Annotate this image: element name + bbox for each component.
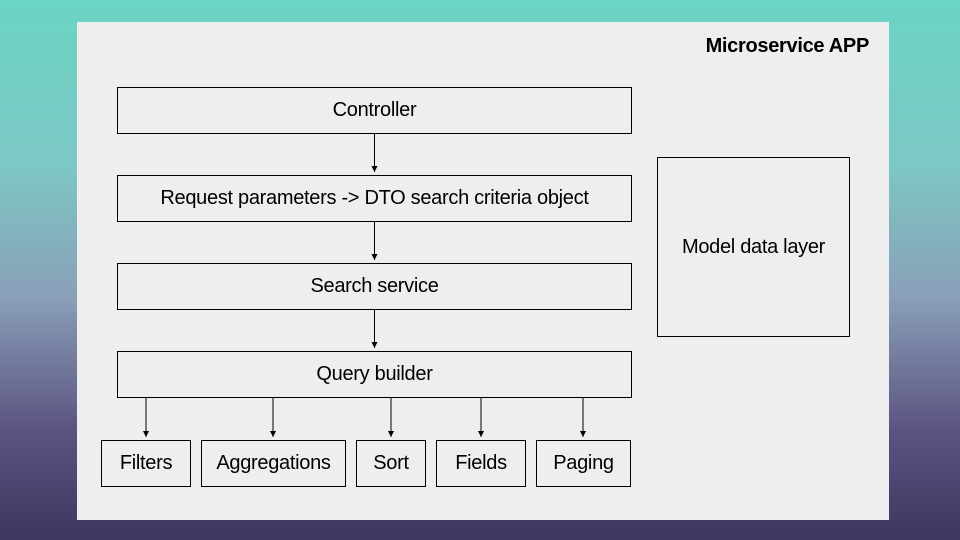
box-paging: Paging — [536, 440, 631, 487]
box-dto-label: Request parameters -> DTO search criteri… — [160, 187, 588, 210]
box-sort-label: Sort — [373, 452, 408, 475]
box-paging-label: Paging — [553, 452, 613, 475]
box-search-service: Search service — [117, 263, 632, 310]
box-filters-label: Filters — [120, 452, 172, 475]
box-model-data-layer-label: Model data layer — [682, 236, 825, 259]
box-sort: Sort — [356, 440, 426, 487]
diagram-panel: Microservice APP Controller Request para… — [77, 22, 889, 520]
box-query-builder-label: Query builder — [316, 363, 432, 386]
box-fields-label: Fields — [455, 452, 507, 475]
panel-title: Microservice APP — [706, 35, 869, 58]
box-query-builder: Query builder — [117, 351, 632, 398]
box-search-service-label: Search service — [310, 275, 438, 298]
box-controller: Controller — [117, 87, 632, 134]
box-aggregations: Aggregations — [201, 440, 346, 487]
box-model-data-layer: Model data layer — [657, 157, 850, 337]
box-controller-label: Controller — [333, 99, 417, 122]
box-fields: Fields — [436, 440, 526, 487]
box-aggregations-label: Aggregations — [216, 452, 330, 475]
box-dto: Request parameters -> DTO search criteri… — [117, 175, 632, 222]
box-filters: Filters — [101, 440, 191, 487]
